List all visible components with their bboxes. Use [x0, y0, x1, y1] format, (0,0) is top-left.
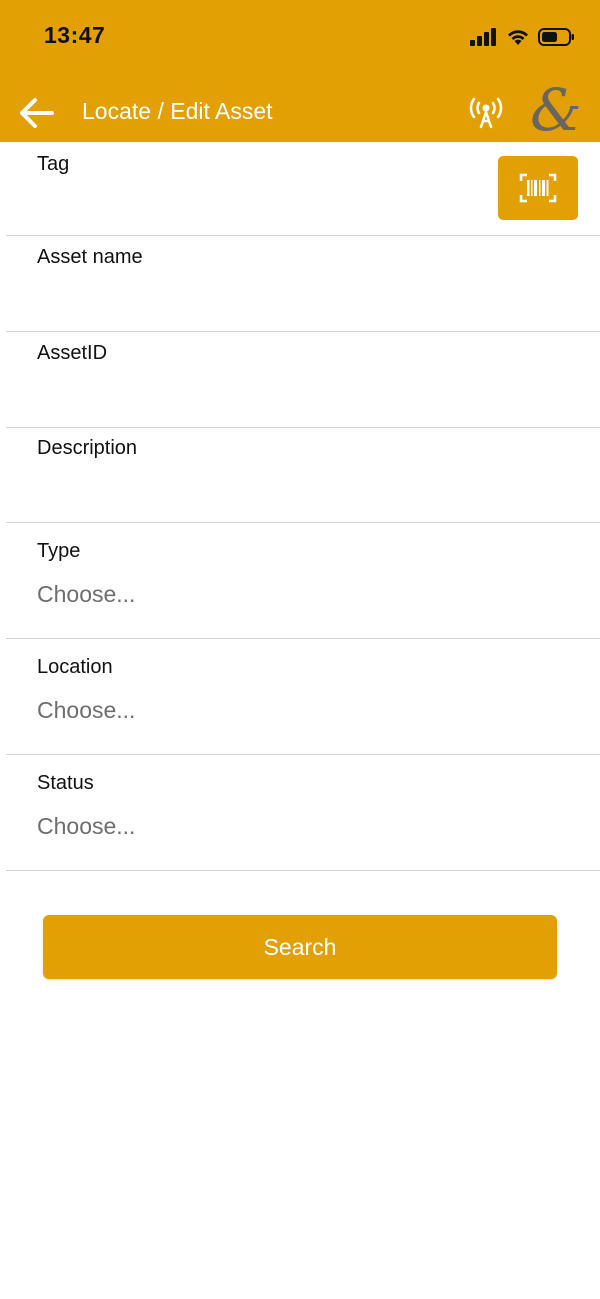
brand-logo: & [530, 82, 582, 138]
rfid-antenna-button[interactable] [468, 94, 504, 130]
asset-id-input[interactable] [37, 376, 570, 416]
barcode-scan-icon [519, 173, 557, 203]
location-field: Location Choose... [0, 639, 600, 755]
tag-input[interactable] [37, 186, 490, 226]
status-field: Status Choose... [0, 755, 600, 871]
location-select[interactable]: Choose... [37, 697, 135, 724]
type-label: Type [37, 540, 81, 562]
asset-name-input[interactable] [37, 280, 570, 320]
signal-icon [470, 28, 496, 46]
asset-id-field: AssetID [0, 332, 600, 428]
description-input[interactable] [37, 472, 570, 512]
svg-text:&: & [530, 82, 582, 138]
status-label: Status [37, 772, 94, 794]
divider [6, 870, 600, 871]
asset-id-label: AssetID [37, 342, 108, 364]
asset-name-field: Asset name [0, 236, 600, 332]
location-label: Location [37, 656, 113, 678]
antenna-icon [469, 97, 503, 129]
type-select[interactable]: Choose... [37, 581, 135, 608]
description-field: Description [0, 428, 600, 523]
search-button[interactable]: Search [43, 915, 557, 979]
status-time: 13:47 [44, 22, 106, 48]
description-label: Description [37, 437, 138, 459]
arrow-left-icon [20, 98, 54, 128]
back-button[interactable] [18, 94, 56, 132]
tag-label: Tag [37, 153, 70, 175]
battery-icon [538, 28, 574, 46]
wifi-icon [508, 30, 528, 45]
page-title: Locate / Edit Asset [82, 98, 273, 124]
app-header: 13:47 Locate / Edit Asset & [0, 0, 600, 142]
asset-name-label: Asset name [37, 246, 143, 268]
status-icons [470, 26, 576, 48]
type-field: Type Choose... [0, 523, 600, 639]
status-select[interactable]: Choose... [37, 813, 135, 840]
barcode-scan-button[interactable] [498, 156, 578, 220]
